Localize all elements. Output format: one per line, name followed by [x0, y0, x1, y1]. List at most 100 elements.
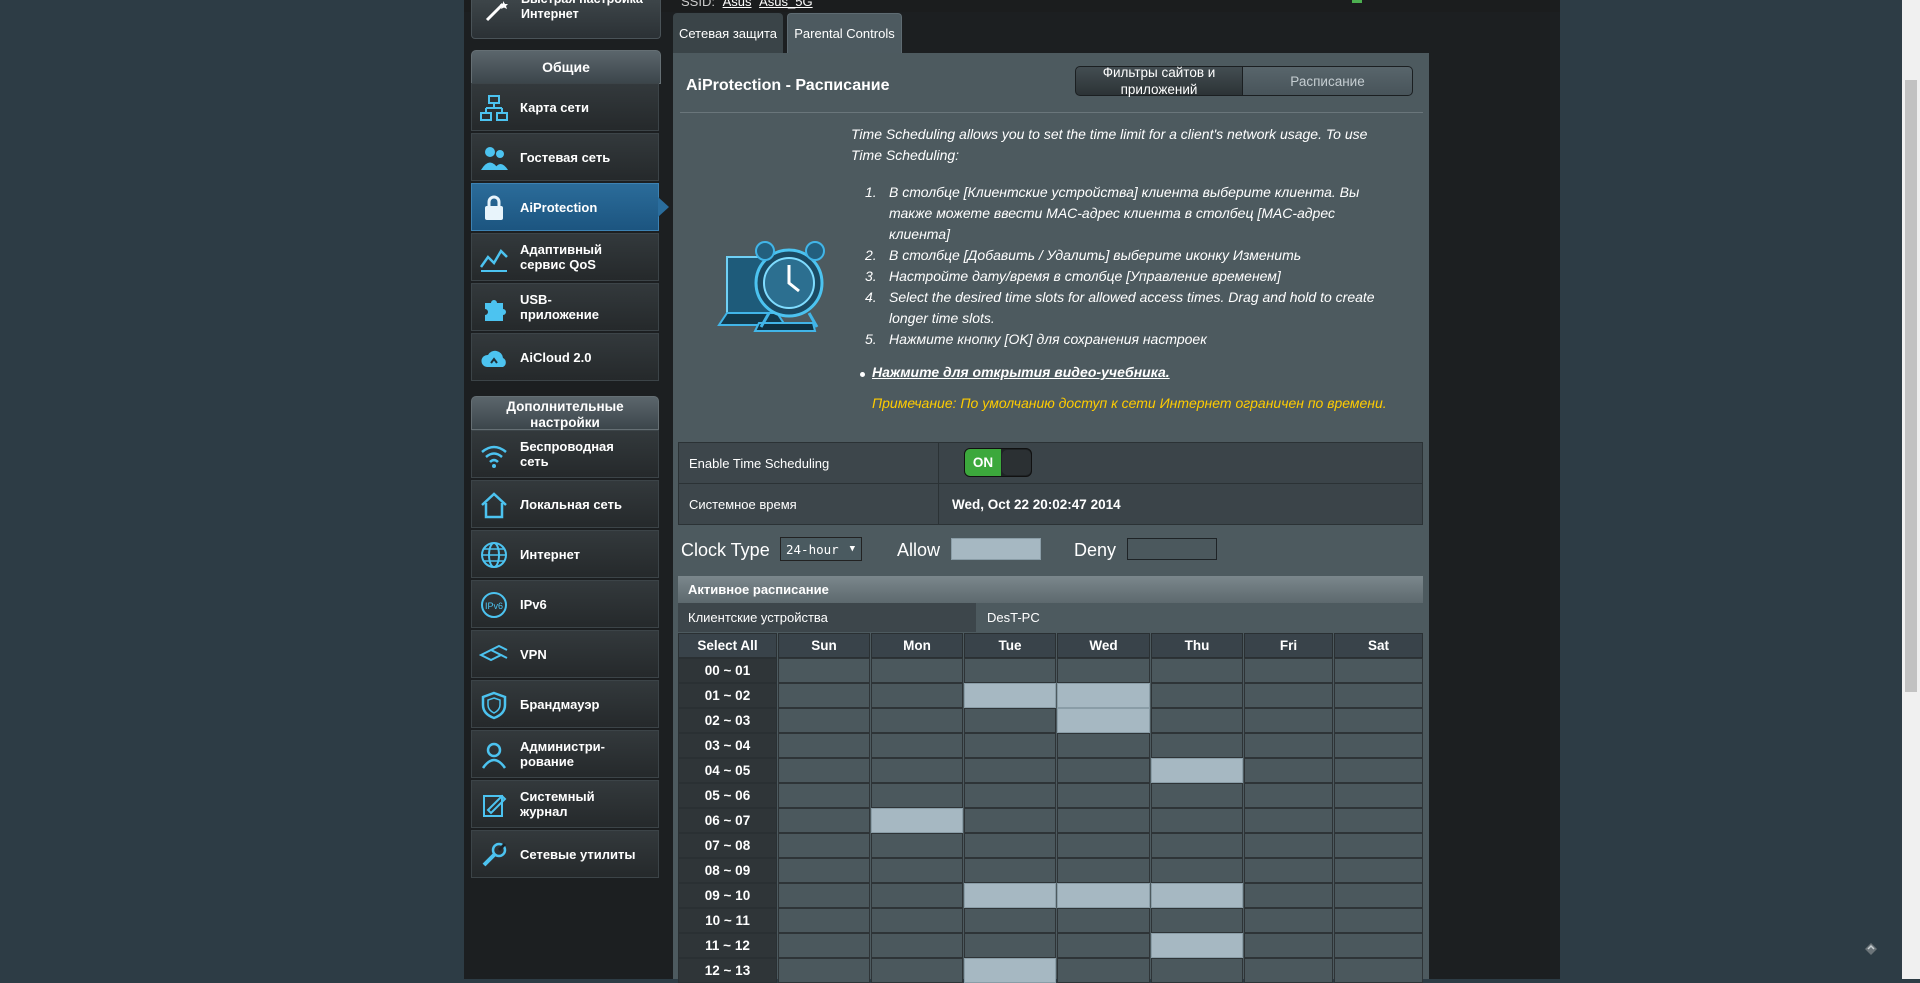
schedule-cell[interactable]: [1334, 683, 1423, 708]
schedule-cell[interactable]: [1057, 683, 1150, 708]
schedule-cell[interactable]: [1057, 908, 1150, 933]
schedule-cell[interactable]: [964, 833, 1056, 858]
schedule-cell[interactable]: [871, 708, 963, 733]
schedule-cell[interactable]: [1151, 908, 1243, 933]
sidebar-item-lock[interactable]: AiProtection: [471, 183, 669, 231]
schedule-cell[interactable]: [1151, 683, 1243, 708]
hour-label[interactable]: 08 ~ 09: [678, 858, 777, 883]
schedule-cell[interactable]: [964, 783, 1056, 808]
schedule-cell[interactable]: [1244, 833, 1333, 858]
seg-schedule[interactable]: Расписание: [1243, 66, 1413, 96]
scroll-to-top-icon[interactable]: [1862, 938, 1880, 956]
schedule-cell[interactable]: [1151, 733, 1243, 758]
schedule-cell[interactable]: [1057, 783, 1150, 808]
tab-parental-controls[interactable]: Parental Controls: [787, 13, 902, 53]
sidebar-item-ipv6[interactable]: IPv6 IPv6: [471, 580, 659, 628]
schedule-cell[interactable]: [1334, 658, 1423, 683]
hour-label[interactable]: 02 ~ 03: [678, 708, 777, 733]
day-header-wed[interactable]: Wed: [1057, 633, 1150, 658]
schedule-cell[interactable]: [778, 833, 870, 858]
schedule-cell[interactable]: [871, 933, 963, 958]
schedule-cell[interactable]: [778, 933, 870, 958]
schedule-cell[interactable]: [1151, 833, 1243, 858]
schedule-cell[interactable]: [778, 808, 870, 833]
schedule-cell[interactable]: [778, 658, 870, 683]
schedule-cell[interactable]: [1057, 858, 1150, 883]
schedule-cell[interactable]: [964, 958, 1056, 983]
schedule-cell[interactable]: [1334, 708, 1423, 733]
schedule-cell[interactable]: [1334, 933, 1423, 958]
sidebar-item-guest-network[interactable]: Гостевая сеть: [471, 133, 659, 181]
sidebar-item-network-map[interactable]: Карта сети: [471, 83, 659, 131]
schedule-cell[interactable]: [964, 758, 1056, 783]
schedule-cell[interactable]: [964, 708, 1056, 733]
schedule-cell[interactable]: [964, 683, 1056, 708]
day-header-thu[interactable]: Thu: [1151, 633, 1243, 658]
day-header-tue[interactable]: Tue: [964, 633, 1056, 658]
schedule-cell[interactable]: [871, 733, 963, 758]
day-header-sat[interactable]: Sat: [1334, 633, 1423, 658]
hour-label[interactable]: 12 ~ 13: [678, 958, 777, 983]
schedule-cell[interactable]: [778, 958, 870, 983]
schedule-cell[interactable]: [778, 758, 870, 783]
schedule-cell[interactable]: [1244, 683, 1333, 708]
schedule-cell[interactable]: [964, 883, 1056, 908]
schedule-cell[interactable]: [1057, 833, 1150, 858]
schedule-cell[interactable]: [871, 858, 963, 883]
schedule-cell[interactable]: [1057, 808, 1150, 833]
schedule-cell[interactable]: [871, 908, 963, 933]
tab-network-protection[interactable]: Сетевая защита: [673, 13, 783, 53]
schedule-cell[interactable]: [1244, 783, 1333, 808]
schedule-cell[interactable]: [871, 808, 963, 833]
schedule-cell[interactable]: [778, 783, 870, 808]
schedule-cell[interactable]: [1057, 933, 1150, 958]
schedule-cell[interactable]: [964, 908, 1056, 933]
hour-label[interactable]: 00 ~ 01: [678, 658, 777, 683]
hour-label[interactable]: 11 ~ 12: [678, 933, 777, 958]
ssid-link-2g[interactable]: Asus: [723, 0, 752, 9]
schedule-cell[interactable]: [1151, 708, 1243, 733]
schedule-cell[interactable]: [871, 883, 963, 908]
schedule-cell[interactable]: [1244, 808, 1333, 833]
sidebar-item-usb-puzzle[interactable]: USB- приложение: [471, 283, 659, 331]
schedule-cell[interactable]: [1151, 858, 1243, 883]
ssid-link-5g[interactable]: Asus_5G: [759, 0, 812, 9]
hour-label[interactable]: 04 ~ 05: [678, 758, 777, 783]
hour-label[interactable]: 06 ~ 07: [678, 808, 777, 833]
scrollbar-thumb[interactable]: [1905, 80, 1917, 692]
schedule-cell[interactable]: [1151, 783, 1243, 808]
schedule-cell[interactable]: [1244, 758, 1333, 783]
schedule-cell[interactable]: [778, 883, 870, 908]
schedule-cell[interactable]: [871, 758, 963, 783]
schedule-cell[interactable]: [1334, 733, 1423, 758]
sidebar-item-wifi[interactable]: Беспроводная сеть: [471, 430, 659, 478]
sidebar-item-vpn[interactable]: VPN: [471, 630, 659, 678]
sidebar-item-admin-user[interactable]: Администри- рование: [471, 730, 659, 778]
schedule-cell[interactable]: [1057, 733, 1150, 758]
schedule-cell[interactable]: [778, 708, 870, 733]
select-all-button[interactable]: Select All: [678, 633, 777, 658]
schedule-cell[interactable]: [964, 858, 1056, 883]
hour-label[interactable]: 07 ~ 08: [678, 833, 777, 858]
schedule-cell[interactable]: [1151, 808, 1243, 833]
schedule-cell[interactable]: [964, 933, 1056, 958]
clock-type-select[interactable]: 24-hour ▼: [780, 537, 862, 561]
schedule-cell[interactable]: [1057, 658, 1150, 683]
schedule-cell[interactable]: [1334, 783, 1423, 808]
schedule-cell[interactable]: [1151, 958, 1243, 983]
schedule-cell[interactable]: [1244, 908, 1333, 933]
quick-setup-button[interactable]: Быстрая настройка Интернет: [471, 0, 661, 39]
schedule-cell[interactable]: [1151, 658, 1243, 683]
sidebar-item-syslog[interactable]: Системный журнал: [471, 780, 659, 828]
schedule-cell[interactable]: [1057, 708, 1150, 733]
enable-scheduling-toggle[interactable]: ON: [964, 448, 1032, 477]
schedule-cell[interactable]: [778, 733, 870, 758]
schedule-cell[interactable]: [964, 808, 1056, 833]
sidebar-item-tools[interactable]: Сетевые утилиты: [471, 830, 659, 878]
schedule-cell[interactable]: [1151, 933, 1243, 958]
schedule-cell[interactable]: [1244, 958, 1333, 983]
day-header-mon[interactable]: Mon: [871, 633, 963, 658]
schedule-cell[interactable]: [964, 733, 1056, 758]
hour-label[interactable]: 03 ~ 04: [678, 733, 777, 758]
hour-label[interactable]: 09 ~ 10: [678, 883, 777, 908]
